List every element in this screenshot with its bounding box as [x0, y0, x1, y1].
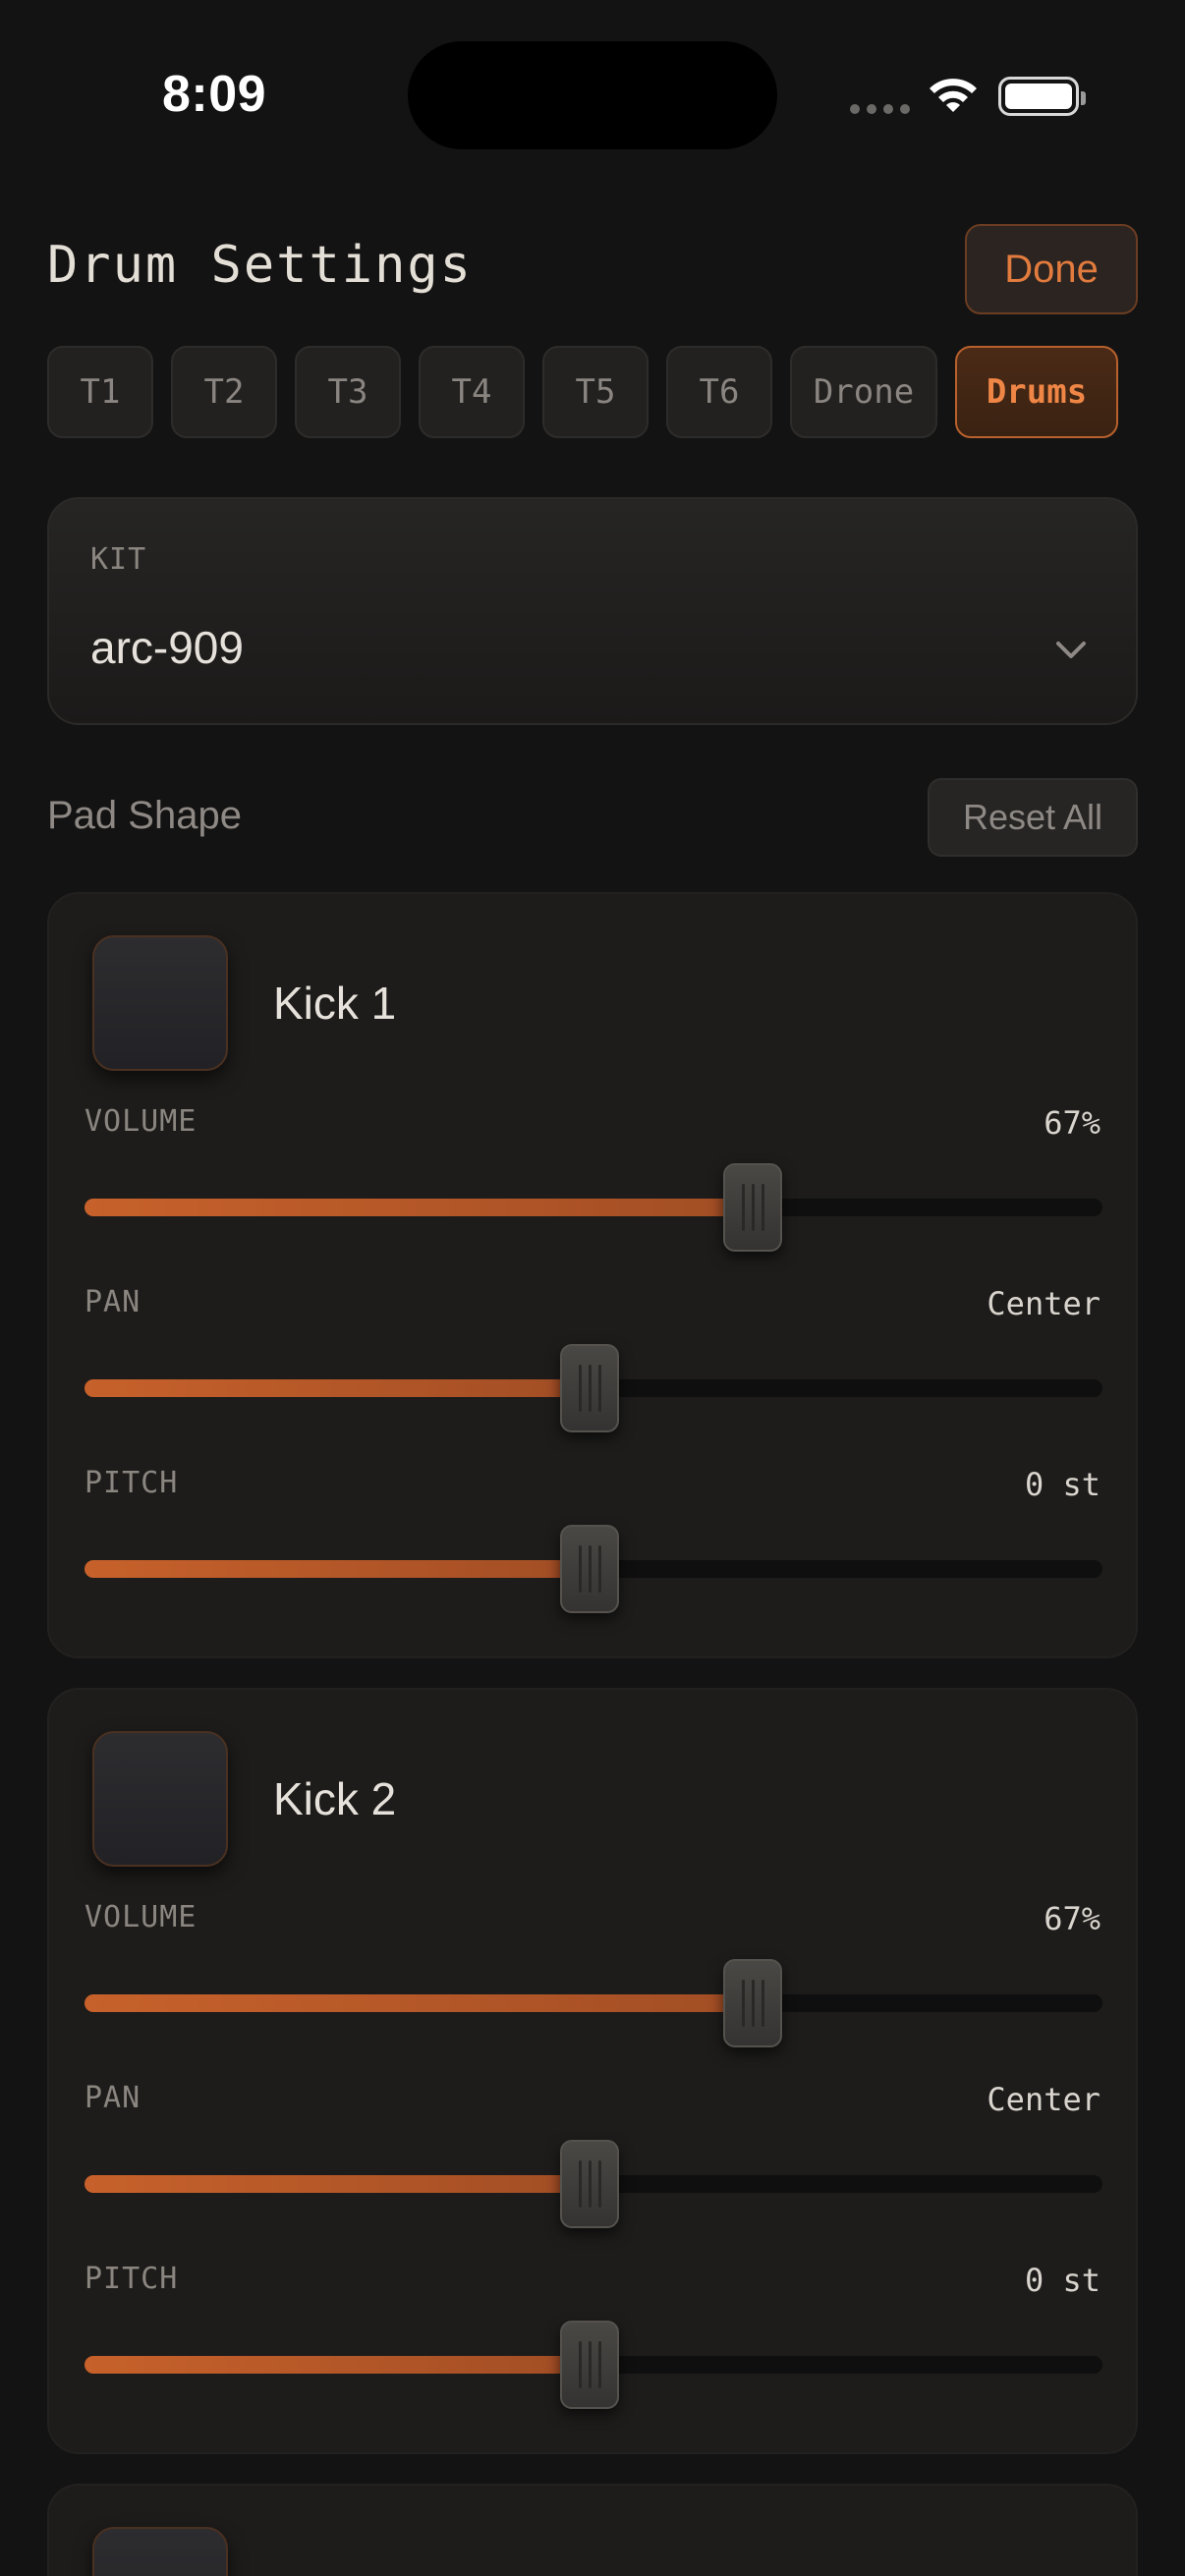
pan-label: PAN: [85, 1285, 141, 1319]
kit-label: KIT: [90, 542, 147, 577]
done-button[interactable]: Done: [965, 224, 1138, 314]
tab-drone[interactable]: Drone: [790, 346, 937, 438]
pan-label: PAN: [85, 2081, 141, 2115]
tab-t3[interactable]: T3: [295, 346, 401, 438]
tab-t2[interactable]: T2: [171, 346, 277, 438]
pan-slider-fill: [85, 1379, 568, 1397]
dynamic-island: [408, 41, 777, 149]
pitch-value: 0 st: [1024, 1466, 1100, 1503]
wifi-icon: [930, 79, 977, 112]
pan-slider-fill: [85, 2175, 568, 2193]
pitch-value: 0 st: [1024, 2262, 1100, 2299]
volume-value: 67%: [1044, 1900, 1100, 1937]
pan-slider-thumb[interactable]: [560, 1344, 619, 1432]
pitch-slider[interactable]: [85, 1525, 1102, 1613]
tab-t5[interactable]: T5: [542, 346, 649, 438]
pan-slider[interactable]: [85, 2140, 1102, 2228]
pitch-slider-thumb[interactable]: [560, 1525, 619, 1613]
volume-label: VOLUME: [85, 1900, 198, 1934]
volume-value: 67%: [1044, 1104, 1100, 1142]
pad-shape-swatch[interactable]: [92, 935, 228, 1071]
reset-all-button[interactable]: Reset All: [928, 778, 1138, 857]
volume-slider-fill: [85, 1994, 731, 2012]
pitch-slider-fill: [85, 1560, 568, 1578]
pitch-slider-thumb[interactable]: [560, 2321, 619, 2409]
tab-t6[interactable]: T6: [666, 346, 772, 438]
pan-slider-thumb[interactable]: [560, 2140, 619, 2228]
pad-shape-swatch[interactable]: [92, 1731, 228, 1867]
drum-settings-screen: 8:09 Drum Settings Done T1 T2 T3 T4 T5 T6 Dron…: [0, 0, 1185, 2576]
cellular-signal-icon: [850, 104, 910, 114]
pan-value: Center: [987, 2081, 1100, 2118]
pad-card: Kick 2 VOLUME 67% PAN Center PITCH 0 st: [47, 1688, 1138, 2454]
pad-card: [47, 2484, 1138, 2576]
volume-slider-thumb[interactable]: [723, 1163, 782, 1252]
status-time: 8:09: [162, 66, 267, 123]
tab-t4[interactable]: T4: [419, 346, 525, 438]
kit-selector[interactable]: KIT arc-909: [47, 497, 1138, 725]
battery-icon: [998, 77, 1086, 116]
volume-slider-fill: [85, 1199, 731, 1216]
page-title: Drum Settings: [47, 236, 473, 295]
status-bar: 8:09: [0, 0, 1185, 187]
pad-shape-label: Pad Shape: [47, 794, 242, 837]
pan-value: Center: [987, 1285, 1100, 1322]
volume-slider[interactable]: [85, 1163, 1102, 1252]
pan-slider[interactable]: [85, 1344, 1102, 1432]
tab-drums[interactable]: Drums: [955, 346, 1118, 438]
pitch-slider-fill: [85, 2356, 568, 2374]
pad-name: Kick 1: [273, 978, 397, 1029]
chevron-down-icon: [1056, 642, 1086, 658]
kit-value: arc-909: [90, 622, 244, 673]
pad-card: Kick 1 VOLUME 67% PAN Center PITCH 0 st: [47, 892, 1138, 1658]
pad-shape-swatch[interactable]: [92, 2527, 228, 2576]
volume-slider-thumb[interactable]: [723, 1959, 782, 2047]
tab-t1[interactable]: T1: [47, 346, 153, 438]
pitch-slider[interactable]: [85, 2321, 1102, 2409]
pad-name: Kick 2: [273, 1773, 397, 1824]
pitch-label: PITCH: [85, 1466, 179, 1500]
pitch-label: PITCH: [85, 2262, 179, 2296]
volume-slider[interactable]: [85, 1959, 1102, 2047]
volume-label: VOLUME: [85, 1104, 198, 1139]
